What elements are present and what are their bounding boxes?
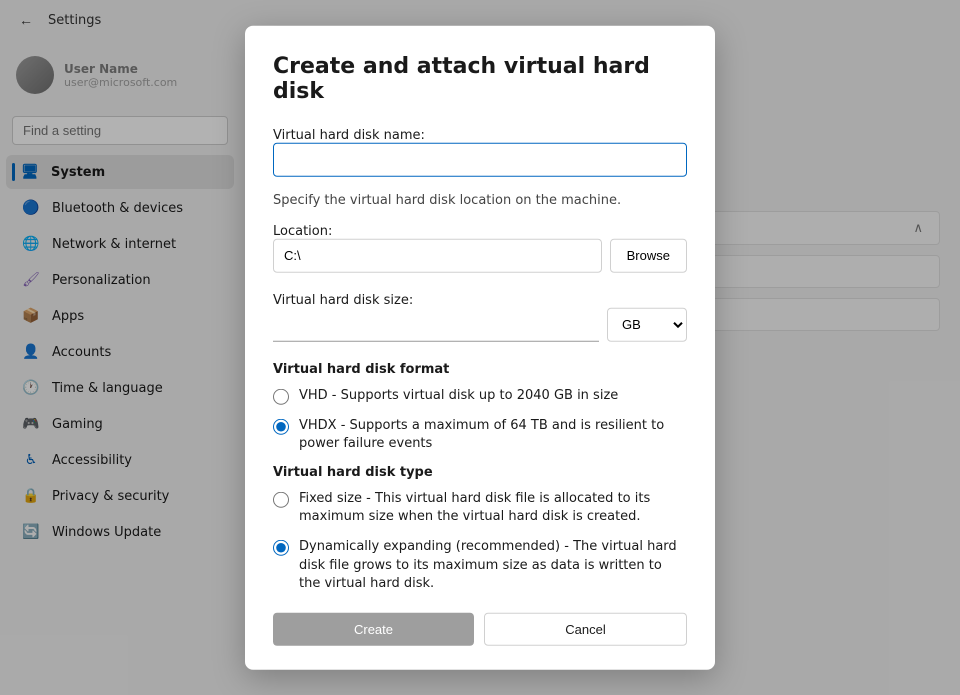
type-option-dynamic: Dynamically expanding (recommended) - Th…: [273, 538, 687, 593]
vhd-name-label: Virtual hard disk name:: [273, 127, 425, 142]
size-input[interactable]: [273, 307, 599, 341]
location-description: Specify the virtual hard disk location o…: [273, 192, 687, 207]
size-row: MB GB TB: [273, 307, 687, 341]
type-radio-dynamic[interactable]: [273, 540, 289, 556]
location-row: Browse: [273, 238, 687, 272]
create-vhd-dialog: Create and attach virtual hard disk Virt…: [245, 25, 715, 670]
browse-button[interactable]: Browse: [610, 238, 687, 272]
size-unit-select[interactable]: MB GB TB: [607, 307, 687, 341]
type-label-fixed: Fixed size - This virtual hard disk file…: [299, 490, 687, 526]
format-radio-vhdx[interactable]: [273, 418, 289, 434]
type-label-dynamic: Dynamically expanding (recommended) - Th…: [299, 538, 687, 593]
location-input[interactable]: [273, 238, 602, 272]
dialog-footer: Create Cancel: [273, 613, 687, 646]
format-label-vhdx: VHDX - Supports a maximum of 64 TB and i…: [299, 416, 687, 452]
vhd-name-input[interactable]: [273, 142, 687, 176]
format-option-vhd: VHD - Supports virtual disk up to 2040 G…: [273, 386, 687, 404]
type-heading: Virtual hard disk type: [273, 465, 687, 480]
format-radio-vhd[interactable]: [273, 388, 289, 404]
cancel-button[interactable]: Cancel: [484, 613, 687, 646]
type-option-fixed: Fixed size - This virtual hard disk file…: [273, 490, 687, 526]
location-label: Location:: [273, 223, 332, 238]
format-heading: Virtual hard disk format: [273, 361, 687, 376]
format-label-vhd: VHD - Supports virtual disk up to 2040 G…: [299, 386, 618, 404]
create-button[interactable]: Create: [273, 613, 474, 646]
format-option-vhdx: VHDX - Supports a maximum of 64 TB and i…: [273, 416, 687, 452]
size-label: Virtual hard disk size:: [273, 292, 413, 307]
dialog-title: Create and attach virtual hard disk: [273, 53, 687, 103]
type-radio-fixed[interactable]: [273, 492, 289, 508]
